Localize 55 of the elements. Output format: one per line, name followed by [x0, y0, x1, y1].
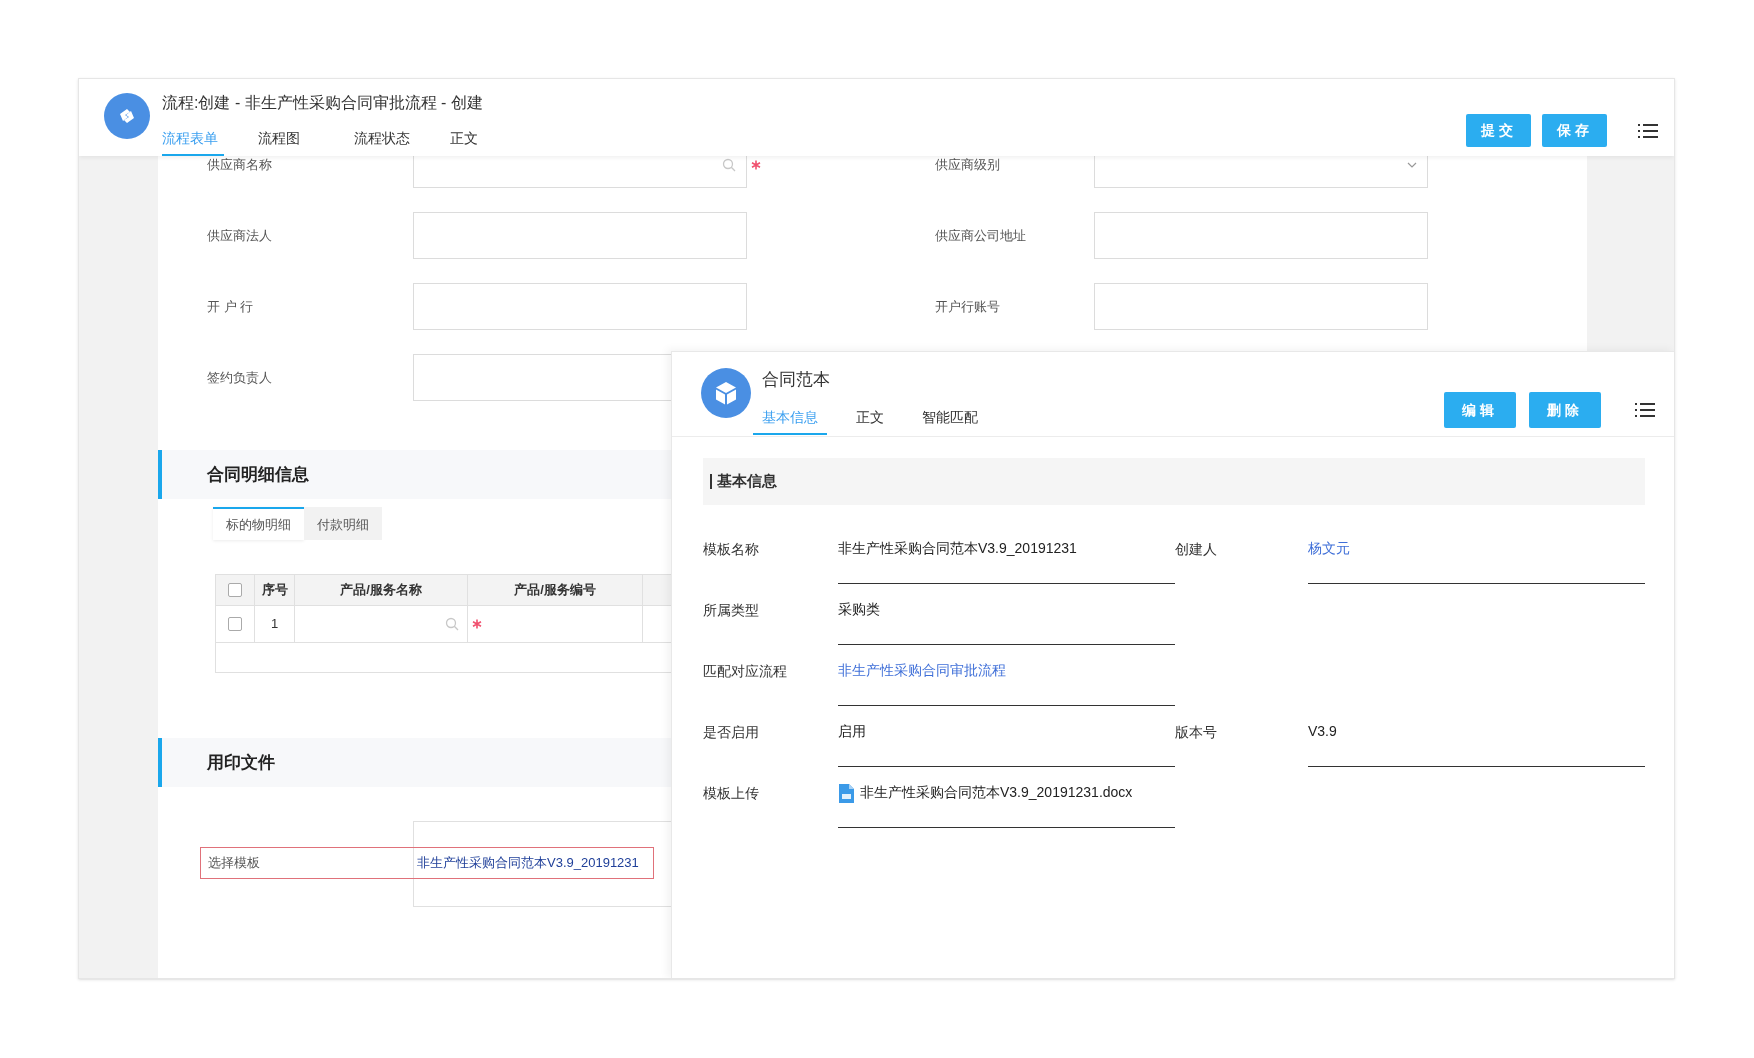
- field-label: 开 户 行: [207, 297, 255, 316]
- file-link[interactable]: 非生产性采购合同范本V3.9_20191231.docx: [860, 782, 1133, 803]
- search-icon: [445, 617, 459, 631]
- field-value: V3.9: [1308, 722, 1337, 741]
- field-label: 模板上传: [703, 784, 760, 803]
- field-value: 采购类: [838, 600, 880, 619]
- tab[interactable]: 正文: [847, 400, 893, 435]
- search-icon: [722, 157, 736, 172]
- tab[interactable]: 智能匹配: [913, 400, 987, 435]
- section-title: 合同明细信息: [207, 463, 309, 486]
- menu-icon[interactable]: [1638, 122, 1658, 139]
- menu-icon[interactable]: [1635, 402, 1655, 418]
- tab[interactable]: 流程状态: [354, 122, 416, 156]
- tab[interactable]: 正文: [450, 122, 512, 156]
- field-label: 是否启用: [703, 723, 760, 742]
- field-value: 非生产性采购合同范本V3.9_20191231: [838, 539, 1077, 558]
- column-header: 产品/服务编号: [514, 581, 596, 600]
- input-field[interactable]: [1094, 212, 1428, 259]
- field-label: 开户行账号: [935, 297, 1001, 316]
- column-header: 序号: [261, 581, 288, 600]
- tab[interactable]: 流程图: [258, 122, 320, 156]
- field-label: 创建人: [1175, 540, 1218, 559]
- column-header: 产品/服务名称: [340, 581, 422, 600]
- app-logo-icon: [104, 93, 150, 139]
- field-label: 模板名称: [703, 540, 760, 559]
- section-title: 用印文件: [207, 751, 275, 774]
- field-label: 签约负责人: [207, 368, 273, 387]
- field-label: 选择模板: [208, 854, 261, 873]
- input-field[interactable]: [413, 212, 747, 259]
- field-link[interactable]: 非生产性采购合同审批流程: [838, 660, 1006, 681]
- checkbox[interactable]: [228, 583, 242, 597]
- tab[interactable]: 标的物明细: [213, 507, 304, 540]
- tab[interactable]: 付款明细: [304, 507, 382, 540]
- field-label: 供应商名称: [207, 156, 273, 174]
- panel-title: 合同范本: [762, 369, 831, 391]
- table-cell-text: 1: [270, 615, 279, 634]
- section-title: 基本信息: [717, 471, 777, 492]
- field-label: 供应商公司地址: [935, 226, 1027, 245]
- chevron-down-icon: [1407, 161, 1417, 168]
- input-field[interactable]: [413, 354, 671, 401]
- field-label: 供应商法人: [207, 226, 273, 245]
- field-value: 启用: [838, 722, 866, 741]
- title-bar-mark: [710, 474, 712, 489]
- input-field[interactable]: [1094, 283, 1428, 330]
- document-icon: [838, 784, 854, 803]
- input-field[interactable]: [413, 283, 747, 330]
- cube-icon: [701, 368, 751, 418]
- template-link[interactable]: 非生产性采购合同范本V3.9_20191231: [417, 853, 639, 873]
- field-label: 所属类型: [703, 601, 760, 620]
- field-label: 供应商级别: [935, 156, 1001, 174]
- field-link[interactable]: 杨文元: [1308, 538, 1350, 559]
- field-label: 版本号: [1175, 723, 1218, 742]
- window-title: 流程:创建 - 非生产性采购合同审批流程 - 创建: [162, 93, 484, 113]
- checkbox[interactable]: [228, 617, 242, 631]
- field-label: 匹配对应流程: [703, 662, 788, 681]
